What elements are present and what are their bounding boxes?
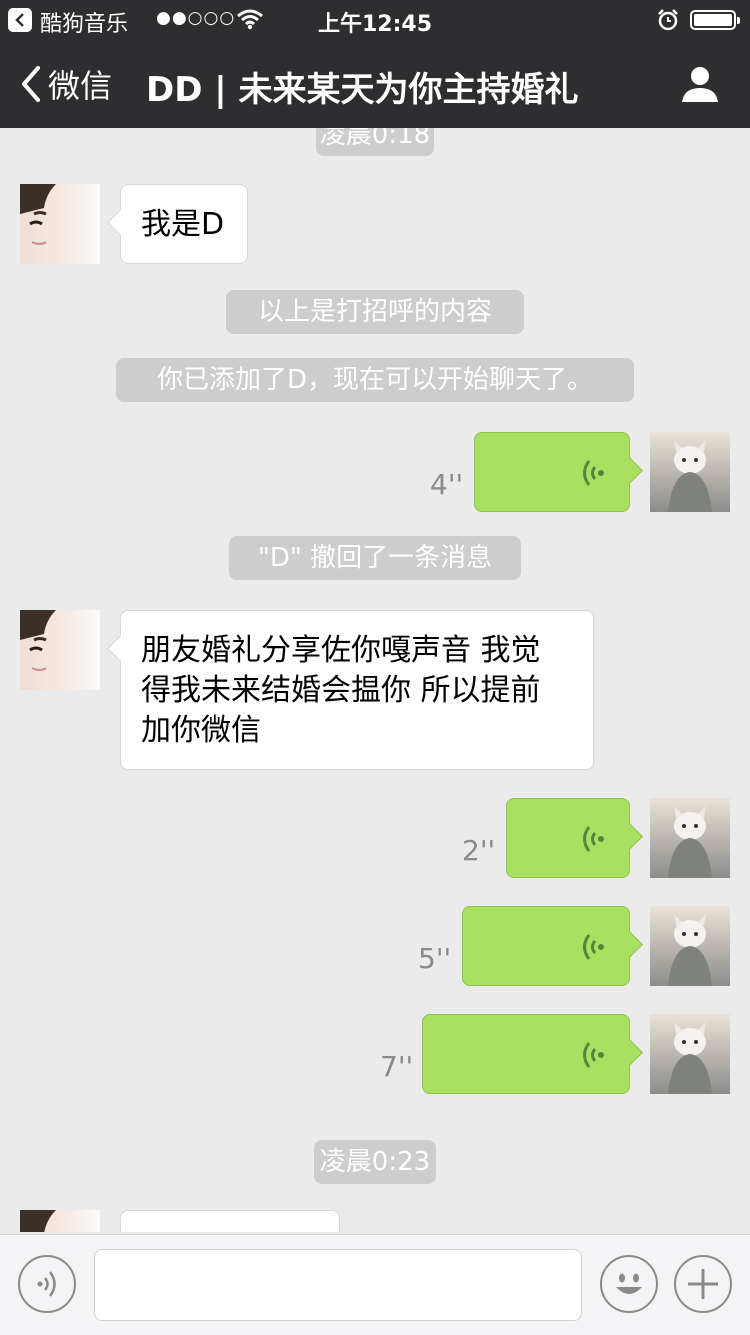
timestamp: 凌晨0:23 — [314, 1140, 436, 1184]
plus-icon — [688, 1269, 718, 1299]
voice-duration: 7'' — [380, 1050, 414, 1083]
my-avatar[interactable] — [650, 798, 730, 878]
voice-input-button[interactable] — [18, 1255, 76, 1313]
message-line: 得我未来结婚会揾你 所以提前 — [141, 673, 541, 708]
timestamp: 凌晨0:18 — [316, 128, 434, 156]
message-line: 加你微信 — [141, 713, 261, 748]
voice-duration: 2'' — [462, 834, 496, 867]
profile-button[interactable] — [680, 64, 720, 108]
voice-message[interactable] — [506, 798, 643, 878]
incoming-message[interactable]: 我是D — [107, 184, 248, 264]
voice-wave-icon — [583, 460, 604, 486]
nav-bar: 微信 DD | 未来某天为你主持婚礼 — [0, 40, 750, 128]
contact-avatar[interactable] — [20, 1210, 100, 1232]
system-notice: 以上是打招呼的内容 — [226, 290, 524, 334]
my-avatar[interactable] — [650, 432, 730, 512]
contact-avatar[interactable] — [20, 610, 100, 690]
system-notice: 你已添加了D，现在可以开始聊天了。 — [116, 358, 634, 402]
back-button[interactable]: 微信 — [18, 64, 113, 105]
voice-wave-icon — [583, 1042, 604, 1068]
my-avatar[interactable] — [650, 1014, 730, 1094]
alarm-icon — [656, 8, 680, 38]
message-text: 我是D — [141, 207, 225, 242]
smiley-icon — [616, 1273, 642, 1294]
voice-duration: 5'' — [418, 942, 452, 975]
voice-wave-icon — [583, 826, 604, 852]
system-notice: "D" 撤回了一条消息 — [229, 536, 521, 580]
status-bar: 酷狗音乐 ●●○○○ 上午12:45 — [0, 0, 750, 40]
more-button[interactable] — [674, 1255, 732, 1313]
back-label: 微信 — [48, 67, 113, 105]
battery-icon — [690, 10, 740, 30]
voice-message[interactable] — [462, 906, 643, 986]
person-icon — [682, 67, 718, 102]
incoming-message[interactable]: 朋友婚礼分享佐你嘎声音 我觉 得我未来结婚会揾你 所以提前 加你微信 — [107, 610, 594, 770]
input-bar — [0, 1234, 750, 1335]
top-bar: 酷狗音乐 ●●○○○ 上午12:45 微信 DD | 未来某天为你主持婚礼 — [0, 0, 750, 128]
message-input[interactable] — [94, 1249, 582, 1321]
voice-duration: 4'' — [430, 468, 464, 501]
contact-avatar[interactable] — [20, 184, 100, 264]
message-line: 朋友婚礼分享佐你嘎声音 我觉 — [141, 633, 541, 668]
chat-title: DD | 未来某天为你主持婚礼 — [146, 70, 579, 110]
chevron-left-icon — [22, 66, 40, 102]
incoming-message[interactable] — [120, 1210, 340, 1232]
clock: 上午12:45 — [317, 12, 433, 37]
emoji-button[interactable] — [600, 1255, 658, 1313]
voice-wave-icon — [37, 1271, 56, 1297]
voice-message[interactable] — [422, 1014, 643, 1094]
my-avatar[interactable] — [650, 906, 730, 986]
voice-message[interactable] — [474, 432, 643, 512]
chat-area[interactable]: 凌晨0:18 我是D 以上是打招呼的内容 你已添加了D，现在可以开始聊天了。 4… — [0, 128, 750, 1232]
voice-wave-icon — [583, 934, 604, 960]
